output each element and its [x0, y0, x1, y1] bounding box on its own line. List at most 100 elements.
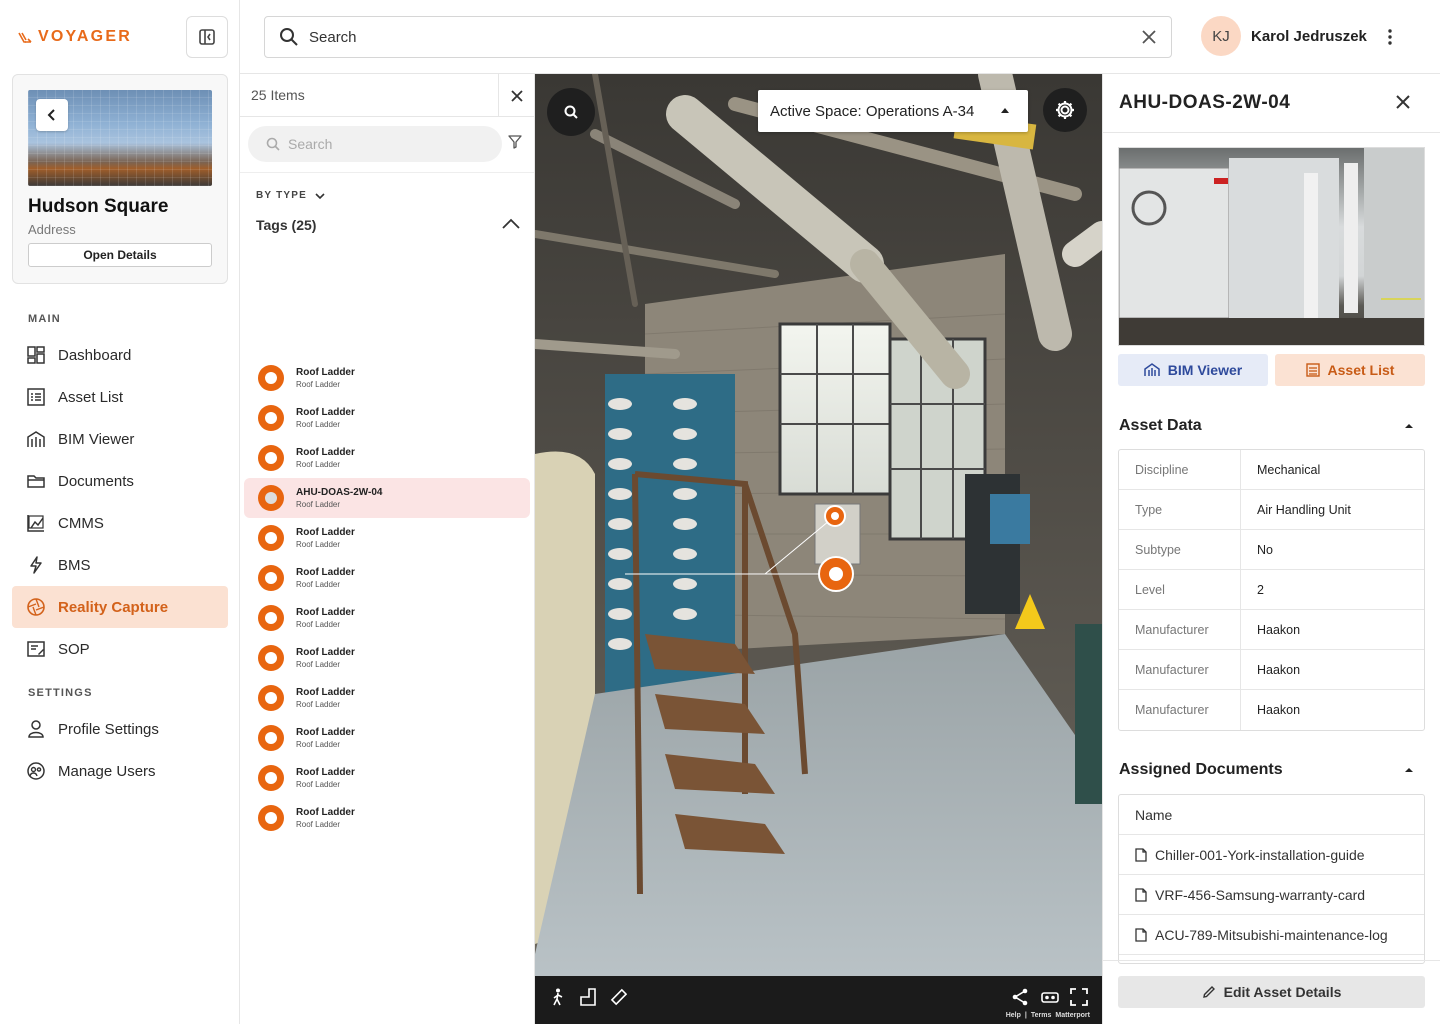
tag-subtitle: Roof Ladder [296, 420, 341, 429]
measure-icon[interactable] [609, 988, 627, 1006]
viewer-settings-button[interactable] [1043, 88, 1087, 132]
nav-item-asset-list[interactable]: Asset List [12, 376, 228, 418]
clear-icon[interactable] [1141, 29, 1157, 45]
tag-list-item[interactable]: Roof Ladder Roof Ladder [244, 558, 530, 598]
nav-item-reality-capture[interactable]: Reality Capture [12, 586, 228, 628]
matterport-viewer[interactable]: Active Space: Operations A-34 Help | Ter… [535, 74, 1102, 1024]
tag-list-item[interactable]: Roof Ladder Roof Ladder [244, 518, 530, 558]
asset-data-row: Level 2 [1119, 570, 1424, 610]
chevron-left-icon [47, 109, 55, 121]
close-tags-panel-button[interactable] [498, 74, 534, 117]
viewer-toolbar: Help | Terms Matterport [535, 976, 1102, 1024]
chevron-down-icon [315, 192, 325, 199]
tag-list-item[interactable]: Roof Ladder Roof Ladder [244, 438, 530, 478]
bim-viewer-button[interactable]: BIM Viewer [1118, 354, 1268, 386]
tag-list-item[interactable]: Roof Ladder Roof Ladder [244, 718, 530, 758]
panorama-scene[interactable] [535, 74, 1102, 1024]
nav-item-manage-users[interactable]: Manage Users [12, 750, 228, 792]
tag-marker-icon [258, 525, 284, 551]
nav-item-bim-viewer[interactable]: BIM Viewer [12, 418, 228, 460]
chevron-up-icon[interactable] [502, 218, 520, 230]
lightning-icon [30, 556, 42, 574]
separator: | [1024, 1012, 1027, 1019]
tag-title: Roof Ladder [296, 367, 355, 378]
docs-body: Chiller-001-York-installation-guide VRF-4… [1119, 835, 1424, 955]
avatar[interactable]: KJ [1201, 16, 1241, 56]
asset-data-value: Haakon [1257, 622, 1301, 637]
tag-text: Roof Ladder Roof Ladder [296, 406, 355, 430]
help-link[interactable]: Help [1006, 1012, 1021, 1019]
nav-section-main: MAIN [28, 313, 61, 325]
asset-list-label: Asset List [1327, 362, 1395, 378]
property-address: Address [28, 222, 76, 237]
tag-list-item[interactable]: Roof Ladder Roof Ladder [244, 638, 530, 678]
asset-data-title: Asset Data [1119, 417, 1202, 434]
asset-data-key: Manufacturer [1119, 650, 1241, 689]
user-menu[interactable]: KJ Karol Jedruszek [1201, 16, 1367, 56]
open-details-button[interactable]: Open Details [28, 243, 212, 267]
tag-text: Roof Ladder Roof Ladder [296, 526, 355, 550]
document-row[interactable]: Chiller-001-York-installation-guide [1119, 835, 1424, 875]
collapse-sidebar-button[interactable] [186, 16, 228, 58]
back-button[interactable] [36, 99, 68, 131]
edit-asset-details-button[interactable]: Edit Asset Details [1118, 976, 1425, 1008]
bim-viewer-label: BIM Viewer [1167, 362, 1243, 378]
nav-item-sop[interactable]: SOP [12, 628, 228, 670]
floorplan-icon[interactable] [580, 988, 596, 1006]
tag-list-item[interactable]: Roof Ladder Roof Ladder [244, 798, 530, 838]
nav-label: SOP [58, 640, 90, 658]
file-icon [1135, 847, 1147, 862]
folder-icon [27, 475, 45, 488]
tag-title: Roof Ladder [296, 727, 355, 738]
document-row[interactable]: ACU-789-Mitsubishi-maintenance-log [1119, 915, 1424, 955]
docs-column-header[interactable]: Name [1119, 795, 1424, 835]
search-input[interactable] [309, 28, 1131, 46]
share-icon[interactable] [1011, 988, 1029, 1006]
vr-icon[interactable] [1041, 988, 1059, 1006]
matterport-logo[interactable]: Matterport [1055, 1012, 1090, 1019]
filter-icon[interactable] [508, 135, 522, 149]
nav-item-dashboard[interactable]: Dashboard [12, 334, 228, 376]
tag-list-item[interactable]: AHU-DOAS-2W-04 Roof Ladder [244, 478, 530, 518]
users-icon [27, 762, 45, 780]
caret-up-icon[interactable] [1405, 423, 1413, 429]
nav-item-profile-settings[interactable]: Profile Settings [12, 708, 228, 750]
nav-item-cmms[interactable]: CMMS [12, 502, 228, 544]
caret-up-icon[interactable] [1405, 767, 1413, 773]
tag-title: Roof Ladder [296, 407, 355, 418]
tag-marker-icon [258, 765, 284, 791]
tag-list-item[interactable]: Roof Ladder Roof Ladder [244, 678, 530, 718]
asset-data-value: No [1257, 542, 1273, 557]
tag-list-item[interactable]: Roof Ladder Roof Ladder [244, 398, 530, 438]
terms-link[interactable]: Terms [1031, 1012, 1052, 1019]
asset-list-button[interactable]: Asset List [1275, 354, 1425, 386]
viewer-search-button[interactable] [547, 88, 595, 136]
document-name: Chiller-001-York-installation-guide [1155, 846, 1365, 863]
more-options-button[interactable] [1380, 26, 1400, 48]
asset-data-key: Level [1119, 570, 1241, 609]
walk-icon[interactable] [551, 988, 565, 1006]
group-by-dropdown[interactable]: BY TYPE [256, 190, 325, 201]
asset-data-row: Manufacturer Haakon [1119, 650, 1424, 690]
asset-data-value: Haakon [1257, 703, 1301, 717]
tag-title: Roof Ladder [296, 527, 355, 538]
app-root: VOYAGER Hudson Square Address Open Detai… [0, 0, 1440, 1024]
tag-list-item[interactable]: Roof Ladder Roof Ladder [244, 758, 530, 798]
document-row[interactable]: VRF-456-Samsung-warranty-card [1119, 875, 1424, 915]
close-icon[interactable] [1395, 94, 1411, 110]
more-vertical-icon [1388, 29, 1392, 45]
tag-text: Roof Ladder Roof Ladder [296, 566, 355, 590]
tag-list-item[interactable]: Roof Ladder Roof Ladder [244, 358, 530, 398]
tag-list-item[interactable]: Roof Ladder Roof Ladder [244, 598, 530, 638]
tag-text: Roof Ladder Roof Ladder [296, 606, 355, 630]
nav-item-bms[interactable]: BMS [12, 544, 228, 586]
pencil-icon [1202, 986, 1215, 998]
search-icon [280, 28, 298, 46]
tag-search-input[interactable]: Search [248, 126, 502, 162]
global-search[interactable] [264, 16, 1172, 58]
brand-logo[interactable]: VOYAGER [18, 28, 132, 46]
asset-data-row: Type Air Handling Unit [1119, 490, 1424, 530]
nav-item-documents[interactable]: Documents [12, 460, 228, 502]
active-space-dropdown[interactable]: Active Space: Operations A-34 [758, 90, 1028, 132]
fullscreen-icon[interactable] [1070, 988, 1088, 1006]
